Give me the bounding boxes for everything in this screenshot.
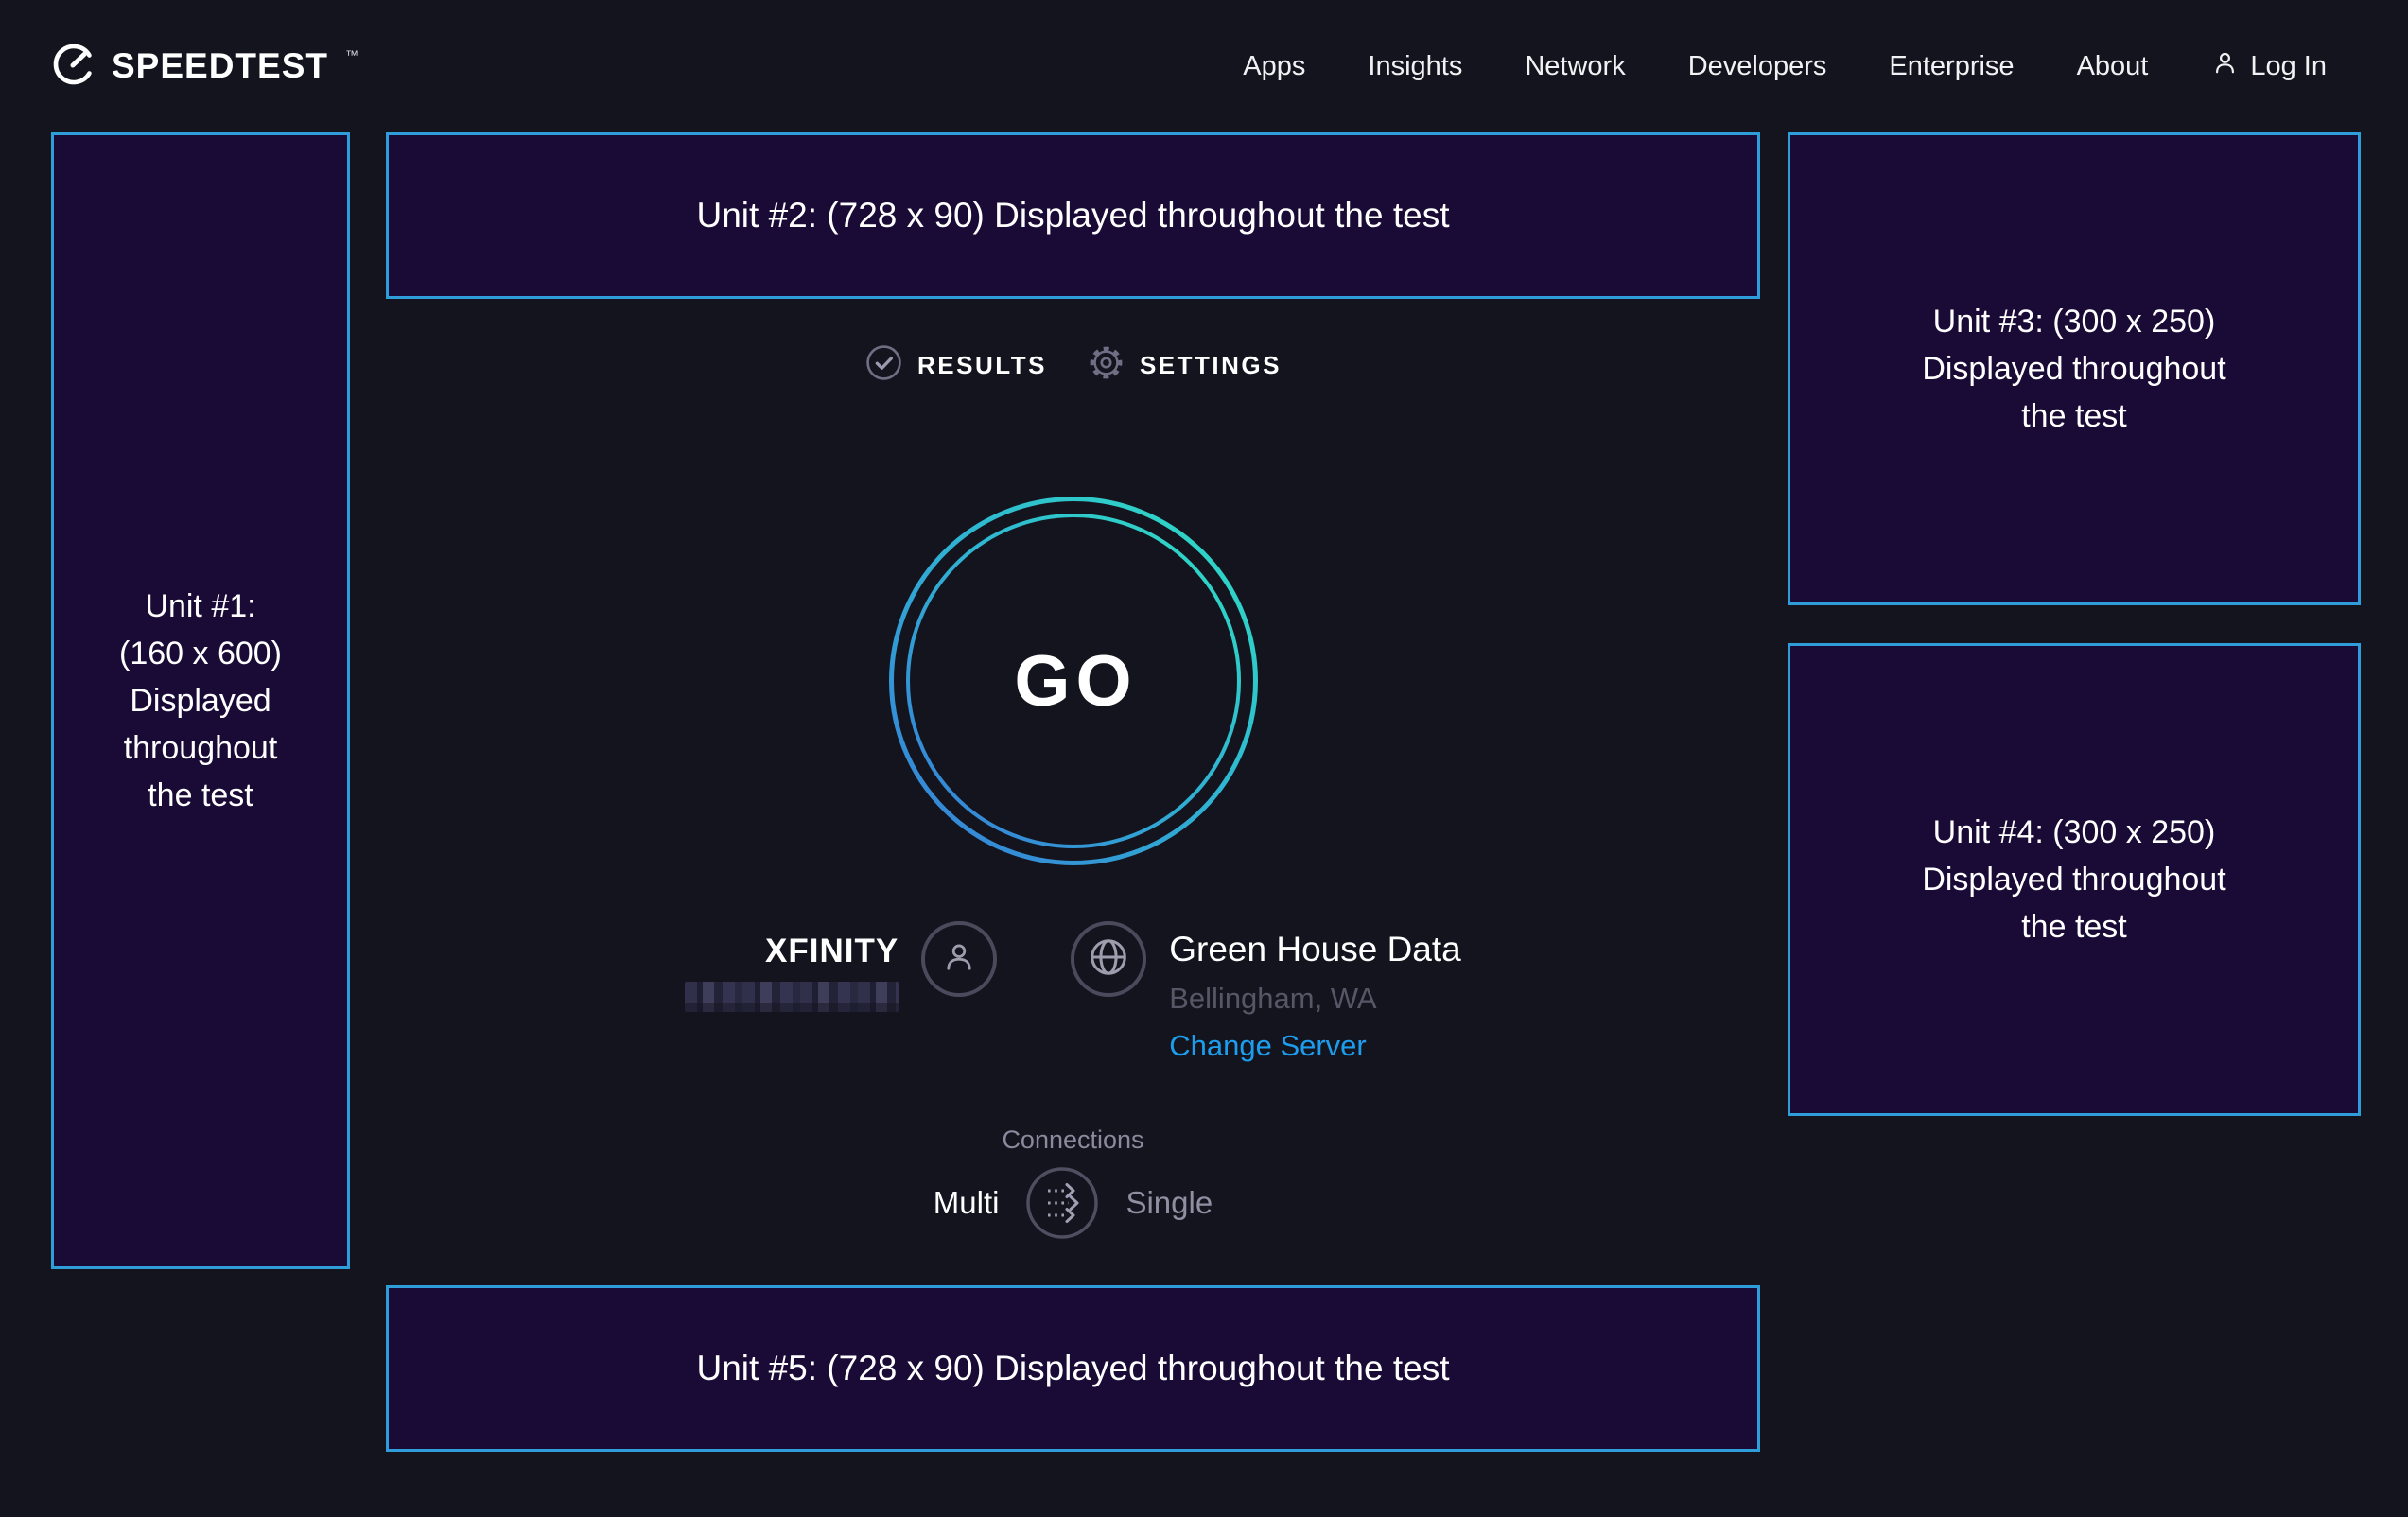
main-nav: Apps Insights Network Developers Enterpr… [1243,48,2327,85]
ad-unit-4[interactable]: Unit #4: (300 x 250) Displayed throughou… [1788,643,2361,1116]
speedtest-logo[interactable]: SPEEDTEST ™ [51,42,358,92]
tabs-row: RESULTS SETTINGS [386,340,1760,390]
connections-single-option[interactable]: Single [1125,1185,1213,1221]
tab-settings[interactable]: SETTINGS [1087,343,1282,387]
server-block: Green House Data Bellingham, WA Change S… [1169,921,1461,1063]
user-icon [2210,48,2240,85]
go-area: GO [386,496,1760,866]
ad-unit-4-text: Unit #4: (300 x 250) Displayed throughou… [1922,809,2225,950]
go-label: GO [888,496,1259,866]
nav-item-network[interactable]: Network [1525,51,1625,82]
person-icon [939,937,979,982]
provider-icon-ring [921,921,997,997]
settings-label: SETTINGS [1140,351,1282,380]
nav-item-enterprise[interactable]: Enterprise [1889,51,2014,82]
nav-item-insights[interactable]: Insights [1368,51,1462,82]
ad-unit-5-text: Unit #5: (728 x 90) Displayed throughout… [697,1349,1450,1388]
connections-multi-option[interactable]: Multi [934,1185,1000,1221]
connection-info-row: XFINITY [386,921,1760,1063]
connections-toggle[interactable] [1025,1166,1099,1240]
main-layout: Unit #1: (160 x 600) Displayed throughou… [0,132,2408,1452]
ad-unit-1-text: Unit #1: (160 x 600) Displayed throughou… [119,583,282,819]
go-button[interactable]: GO [888,496,1259,866]
server-location: Bellingham, WA [1169,982,1461,1016]
change-server-link[interactable]: Change Server [1169,1029,1461,1063]
ad-unit-5[interactable]: Unit #5: (728 x 90) Displayed throughout… [386,1285,1760,1452]
right-rail: Unit #3: (300 x 250) Displayed throughou… [1788,132,2361,1452]
nav-item-about[interactable]: About [2077,51,2149,82]
ad-unit-3[interactable]: Unit #3: (300 x 250) Displayed throughou… [1788,132,2361,605]
login-button[interactable]: Log In [2210,48,2327,85]
logo-wordmark: SPEEDTEST [112,46,328,86]
login-label: Log In [2250,51,2327,82]
ad-unit-1[interactable]: Unit #1: (160 x 600) Displayed throughou… [51,132,350,1269]
provider-block: XFINITY [685,931,899,1012]
speedometer-icon [51,42,96,92]
multi-connections-icon [1025,1166,1099,1240]
center-column: Unit #2: (728 x 90) Displayed throughout… [386,132,1760,1452]
redacted-ip-address [685,982,899,1012]
ad-unit-2-text: Unit #2: (728 x 90) Displayed throughout… [697,196,1450,235]
ad-unit-2[interactable]: Unit #2: (728 x 90) Displayed throughout… [386,132,1760,299]
globe-icon [1087,935,1130,984]
left-rail: Unit #1: (160 x 600) Displayed throughou… [51,132,350,1452]
tab-results[interactable]: RESULTS [864,343,1047,387]
check-circle-icon [864,343,903,387]
provider-name: XFINITY [685,931,899,972]
server-icon-ring [1071,921,1146,997]
top-nav-bar: SPEEDTEST ™ Apps Insights Network Develop… [0,0,2408,132]
server-name: Green House Data [1169,929,1461,970]
connections-row: Multi Single [386,1166,1760,1240]
connections-label: Connections [386,1125,1760,1155]
nav-item-developers[interactable]: Developers [1688,51,1827,82]
results-label: RESULTS [917,351,1047,380]
nav-item-apps[interactable]: Apps [1243,51,1305,82]
logo-trademark: ™ [345,47,358,62]
ad-unit-3-text: Unit #3: (300 x 250) Displayed throughou… [1922,298,2225,440]
gear-icon [1087,343,1125,387]
